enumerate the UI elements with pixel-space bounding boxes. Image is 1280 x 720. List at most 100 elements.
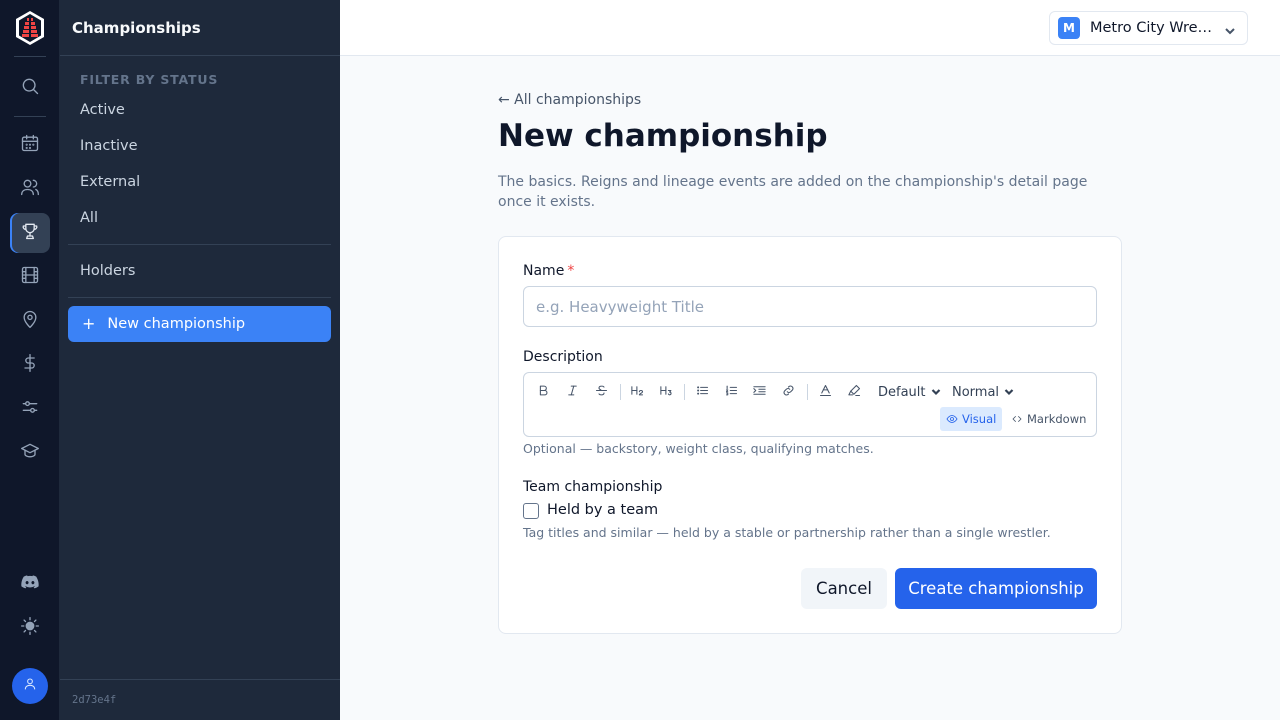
heading-3-icon	[659, 383, 674, 402]
back-link[interactable]: ← All championships	[498, 92, 641, 108]
text-color-icon	[818, 383, 833, 402]
italic-button[interactable]	[559, 381, 585, 403]
team-checkbox[interactable]	[523, 503, 539, 519]
sidebar-item-inactive[interactable]: Inactive	[68, 129, 331, 163]
team-helper: Tag titles and similar — held by a stabl…	[523, 525, 1051, 540]
top-bar: M Metro City Wrestling	[340, 0, 1280, 56]
trophy-icon	[20, 221, 40, 245]
description-editor[interactable]: Default Normal Visual Markdown	[523, 372, 1097, 437]
rail-divider	[14, 116, 46, 117]
sidebar-item-active[interactable]: Active	[68, 93, 331, 127]
championship-form: Name* Description Default Normal Visual …	[498, 236, 1122, 634]
toolbar-separator	[807, 384, 808, 400]
description-helper: Optional — backstory, weight class, qual…	[523, 441, 874, 456]
font-size-select[interactable]: Normal	[952, 381, 1014, 403]
name-label-text: Name	[523, 263, 565, 279]
main-content: ← All championships New championship The…	[340, 56, 1280, 720]
rail-discord-button[interactable]	[10, 564, 50, 604]
create-championship-button[interactable]: Create championship	[895, 568, 1097, 609]
page-title: New championship	[498, 118, 828, 154]
visual-mode-button[interactable]: Visual	[940, 407, 1003, 431]
discord-icon	[20, 572, 40, 596]
team-label: Team championship	[523, 479, 663, 495]
code-icon	[1012, 416, 1022, 422]
indent-button[interactable]	[746, 381, 772, 403]
heading2-button[interactable]	[624, 381, 650, 403]
sidebar-item-external[interactable]: External	[68, 165, 331, 199]
rail-search-button[interactable]	[10, 68, 50, 108]
new-championship-label: New championship	[107, 316, 246, 332]
font-size-value: Normal	[952, 384, 1000, 400]
sidebar-title: Championships	[72, 18, 201, 37]
rail-divider	[14, 56, 46, 57]
bullet-list-icon	[695, 383, 710, 402]
map-pin-icon	[20, 309, 40, 333]
markdown-mode-button[interactable]: Markdown	[1005, 407, 1092, 431]
link-button[interactable]	[775, 381, 801, 403]
sidebar-item-holders[interactable]: Holders	[68, 254, 331, 288]
bold-icon	[536, 383, 551, 402]
name-label: Name *	[523, 263, 574, 279]
sidebar-divider	[68, 244, 331, 245]
strikethrough-icon	[594, 383, 609, 402]
rail-academy-button[interactable]	[10, 433, 50, 473]
plus-icon: +	[82, 314, 96, 333]
search-icon	[20, 76, 40, 100]
sliders-icon	[20, 397, 40, 421]
calendar-icon	[20, 133, 40, 157]
rail-venues-button[interactable]	[10, 301, 50, 341]
org-switcher[interactable]: M Metro City Wrestling	[1049, 11, 1248, 45]
eye-icon	[946, 415, 958, 423]
chevron-down-icon	[1224, 22, 1236, 35]
org-badge: M	[1058, 17, 1080, 39]
rail-settings-button[interactable]	[10, 389, 50, 429]
graduation-cap-icon	[20, 441, 40, 465]
filter-section-label: FILTER BY STATUS	[80, 72, 219, 87]
italic-icon	[565, 383, 580, 402]
team-checkbox-label[interactable]: Held by a team	[547, 502, 658, 518]
visual-mode-label: Visual	[962, 412, 997, 426]
dollar-icon	[20, 353, 40, 377]
sun-icon	[20, 616, 40, 640]
bold-button[interactable]	[530, 381, 556, 403]
org-name: Metro City Wrestling	[1090, 20, 1218, 36]
rail-roster-button[interactable]	[10, 169, 50, 209]
highlight-button[interactable]	[841, 381, 867, 403]
rail-events-button[interactable]	[10, 125, 50, 165]
highlighter-icon	[847, 383, 862, 402]
tower-logo-icon[interactable]	[14, 10, 46, 46]
sidebar-divider	[68, 297, 331, 298]
rail-championships-button[interactable]	[10, 213, 50, 253]
version-hash: 2d73e4f	[72, 694, 117, 706]
rail-finance-button[interactable]	[10, 345, 50, 385]
ordered-list-button[interactable]	[718, 381, 744, 403]
rail-theme-button[interactable]	[10, 608, 50, 648]
sidebar-header: Championships	[60, 0, 340, 56]
chevron-down-icon	[1004, 389, 1014, 396]
link-icon	[781, 383, 796, 402]
toolbar-separator	[620, 384, 621, 400]
avatar[interactable]	[12, 668, 48, 704]
text-color-button[interactable]	[812, 381, 838, 403]
strikethrough-button[interactable]	[588, 381, 614, 403]
description-label: Description	[523, 349, 603, 365]
sidebar-item-all[interactable]: All	[68, 201, 331, 235]
user-icon	[22, 676, 38, 696]
name-input[interactable]	[523, 286, 1097, 327]
page-description: The basics. Reigns and lineage events ar…	[498, 174, 1088, 210]
bullet-list-button[interactable]	[689, 381, 715, 403]
film-icon	[20, 265, 40, 289]
cancel-button[interactable]: Cancel	[801, 568, 887, 609]
font-family-value: Default	[878, 384, 926, 400]
new-championship-button[interactable]: + New championship	[68, 306, 331, 342]
rail-media-button[interactable]	[10, 257, 50, 297]
users-icon	[20, 177, 40, 201]
heading3-button[interactable]	[653, 381, 679, 403]
markdown-mode-label: Markdown	[1027, 412, 1087, 426]
font-family-select[interactable]: Default	[878, 381, 941, 403]
icon-rail	[0, 0, 60, 720]
toolbar-separator	[684, 384, 685, 400]
sidebar-footer: 2d73e4f	[60, 679, 340, 720]
heading-2-icon	[630, 383, 645, 402]
required-mark: *	[567, 263, 575, 279]
